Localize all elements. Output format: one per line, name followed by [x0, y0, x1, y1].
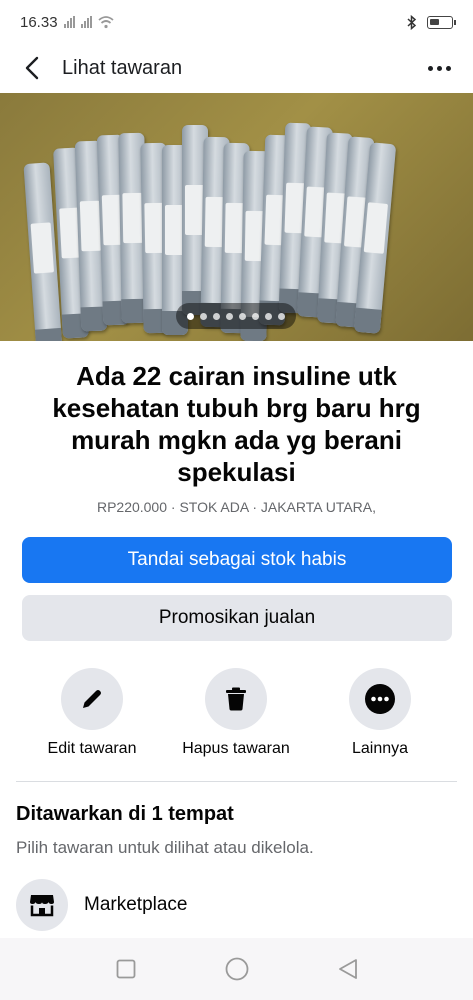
- offered-section-subtitle: Pilih tawaran untuk dilihat atau dikelol…: [16, 838, 314, 857]
- carousel-dot: [252, 312, 259, 320]
- more-dot: [436, 65, 442, 71]
- battery-icon: [427, 15, 456, 29]
- more-horizontal-icon: [427, 65, 433, 71]
- marketplace-row[interactable]: Marketplace: [16, 878, 457, 932]
- delete-listing-label: Hapus tawaran: [182, 740, 290, 757]
- marketplace-icon-wrap: [16, 879, 68, 931]
- wifi-icon: [97, 16, 114, 29]
- carousel-dot: [187, 312, 194, 320]
- listing-title: Ada 22 cairan insuline utk kesehatan tub…: [52, 361, 421, 487]
- carousel-dot: [239, 312, 246, 320]
- home-button[interactable]: [217, 949, 257, 989]
- more-dot: [445, 65, 451, 71]
- promote-listing-button[interactable]: Promosikan jualan: [22, 595, 452, 641]
- signal-sim2-icon: [80, 16, 92, 28]
- pencil-icon: [83, 690, 101, 708]
- app-bar: Lihat tawaran: [0, 44, 473, 92]
- chevron-left-icon: [25, 56, 39, 80]
- back-button[interactable]: [16, 52, 48, 84]
- more-listing-button[interactable]: [349, 668, 411, 730]
- system-nav-bar: [0, 938, 473, 1000]
- edit-listing-button[interactable]: [61, 668, 123, 730]
- action-row: Edit tawaran Hapus tawaran Lainnya: [0, 668, 473, 768]
- edit-listing-action[interactable]: Edit tawaran: [17, 668, 167, 758]
- carousel-dot: [200, 312, 207, 320]
- status-right: [407, 14, 456, 30]
- more-listing-action[interactable]: Lainnya: [305, 668, 455, 758]
- square-icon: [116, 959, 135, 979]
- clock: 16.33: [20, 13, 58, 31]
- recents-button[interactable]: [106, 949, 146, 989]
- mark-sold-out-button[interactable]: Tandai sebagai stok habis: [22, 537, 452, 583]
- carousel-dot: [265, 312, 272, 320]
- delete-listing-action[interactable]: Hapus tawaran: [161, 668, 311, 758]
- more-options-button[interactable]: [421, 52, 457, 84]
- trash-icon: [226, 687, 246, 711]
- divider: [16, 781, 457, 782]
- offered-section-title: Ditawarkan di 1 tempat: [16, 803, 234, 825]
- triangle-back-icon: [338, 959, 357, 979]
- bluetooth-icon: [407, 14, 417, 30]
- status-left: 16.33: [20, 14, 114, 31]
- signal-sim1-icon: [63, 16, 75, 28]
- carousel-dot: [226, 312, 233, 320]
- carousel-dot: [213, 312, 220, 320]
- carousel-indicator[interactable]: [176, 303, 296, 329]
- more-circle-icon: [365, 684, 395, 714]
- listing-meta: RP220.000 · STOK ADA · JAKARTA UTARA,: [96, 499, 377, 515]
- delete-listing-button[interactable]: [205, 668, 267, 730]
- storefront-icon: [30, 895, 54, 917]
- edit-listing-label: Edit tawaran: [47, 740, 137, 757]
- status-bar: 16.33: [0, 0, 473, 44]
- marketplace-label: Marketplace: [84, 894, 188, 915]
- system-back-button[interactable]: [328, 949, 368, 989]
- carousel-dot: [278, 312, 285, 320]
- circle-icon: [225, 957, 248, 981]
- more-listing-label: Lainnya: [351, 740, 409, 757]
- page-title: Lihat tawaran: [62, 56, 183, 79]
